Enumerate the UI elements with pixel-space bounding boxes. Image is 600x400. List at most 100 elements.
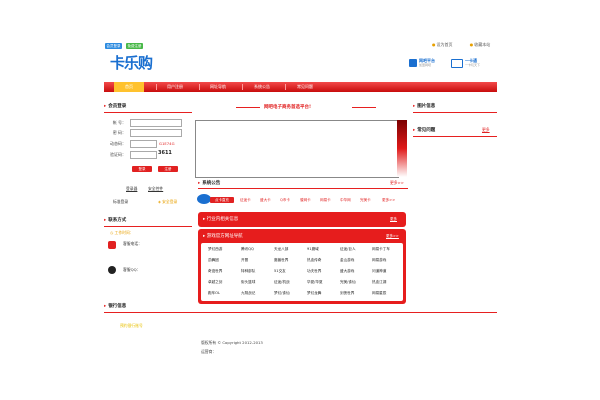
game-link[interactable]: 热血江湖: [372, 280, 386, 285]
qq-icon: [108, 266, 116, 274]
card-tab-junwang[interactable]: 骏网卡: [300, 198, 311, 203]
system-notice-more[interactable]: 更多>>: [390, 180, 404, 186]
system-notice-title: ▸ 系统公告: [198, 181, 221, 186]
game-link[interactable]: 梦幻龙舞: [307, 291, 321, 296]
account-label: 帐 号：: [112, 120, 126, 125]
arrow-icon: ▸: [203, 217, 206, 222]
service-phone: 客服电话：: [123, 241, 142, 246]
game-link[interactable]: 卓越之剑: [208, 280, 222, 285]
game-link[interactable]: 劲舞团: [208, 258, 219, 263]
work-hours: ◷ 工作时间：: [110, 230, 134, 235]
faq-more[interactable]: 更多: [482, 127, 490, 133]
bookmark-link[interactable]: ●收藏本站: [470, 42, 499, 47]
nav-site-guide[interactable]: 网址导航: [203, 82, 233, 92]
search-icon: [197, 194, 211, 204]
copyright: 版权所有 © Copyright 2012-2013: [201, 340, 263, 345]
standard-login-link[interactable]: 标准登录: [113, 199, 128, 205]
bank-account-link[interactable]: 预约银行账号: [120, 323, 143, 329]
industry-title: ▸ 行业内相关信息: [203, 217, 239, 222]
game-nav-title: ▸ 游戏官方网址导航: [203, 234, 243, 239]
logo-text: 卡乐购: [110, 54, 153, 72]
game-link[interactable]: 网易游戏: [372, 258, 386, 263]
dynamic-code-value: G1E74G: [159, 141, 175, 146]
register-top-button[interactable]: 免费注册: [126, 43, 143, 49]
site-logo[interactable]: 卡乐购: [110, 52, 153, 73]
game-link[interactable]: 征途/巨人: [340, 247, 356, 252]
card-tab-china[interactable]: 中华网: [340, 198, 351, 203]
contact-title: ▸ 联系方式: [104, 218, 127, 223]
banner-slogan: 网吧电子商务首选平台!: [264, 105, 312, 110]
phone-icon: [108, 241, 116, 249]
game-link[interactable]: 天龙八部: [274, 247, 288, 252]
nav-faq[interactable]: 常见问题: [290, 82, 320, 92]
game-link[interactable]: 完美/诛仙: [340, 280, 356, 285]
set-homepage-link[interactable]: ●设为首页: [432, 42, 461, 47]
login-client-link[interactable]: 登录器: [126, 186, 137, 192]
top-links: ●设为首页 ●收藏本站: [432, 42, 506, 48]
card-tab-qcoin[interactable]: Q币卡: [280, 198, 290, 203]
arrow-icon: ▸: [203, 234, 206, 239]
game-link[interactable]: 跑车OL: [208, 291, 220, 296]
game-nav-more[interactable]: 更多>>: [386, 234, 399, 239]
main-nav: 首页 用户注册 网址导航 系统公告 常见问题: [104, 82, 497, 92]
password-input[interactable]: [130, 129, 182, 137]
captcha-label: 验证码：: [110, 152, 126, 157]
card-tab-more[interactable]: 更多>>: [382, 198, 395, 203]
nav-announcements[interactable]: 系统公告: [247, 82, 277, 92]
netcafe-platform-promo[interactable]: 网吧平台 加盟网吧: [419, 58, 435, 68]
picture-info-title: ▸ 图片信息: [413, 104, 436, 109]
game-link[interactable]: 腾讯QQ: [241, 247, 254, 252]
netcafe-icon: [409, 59, 417, 67]
game-link[interactable]: 征途/机战: [274, 280, 290, 285]
game-link[interactable]: 剑侠世界: [340, 291, 354, 296]
faq-title: ▸ 常见问题: [413, 128, 436, 133]
clock-icon: ◷: [110, 230, 114, 235]
industry-more[interactable]: 更多: [390, 217, 397, 222]
one-card-promo[interactable]: 一卡通 一卡玩天下: [465, 58, 480, 68]
dynamic-code-label: 动态码：: [110, 141, 126, 146]
member-login-top-button[interactable]: 会员登录: [105, 43, 122, 49]
game-link[interactable]: 梦幻西游: [208, 247, 222, 252]
game-link[interactable]: 奇迹世界: [208, 269, 222, 274]
captcha-image[interactable]: 3611: [158, 150, 172, 156]
card-recharge-badge: 点卡直充: [210, 197, 234, 203]
game-link[interactable]: 魔兽世界: [274, 258, 288, 263]
register-button[interactable]: 注册: [158, 166, 178, 172]
safe-login-link[interactable]: ◈ 安全登录: [158, 199, 177, 205]
game-link[interactable]: 网易卡丁车: [372, 247, 390, 252]
game-link[interactable]: 金山游戏: [340, 258, 354, 263]
card-icon: [451, 59, 463, 68]
card-tab-zhengtu[interactable]: 征途卡: [240, 198, 251, 203]
nav-register[interactable]: 用户注册: [160, 82, 190, 92]
game-link[interactable]: 问道神道: [372, 269, 386, 274]
card-tab-shanda[interactable]: 盛大卡: [260, 198, 271, 203]
password-label: 密 码：: [112, 130, 126, 135]
game-link[interactable]: 华夏/华夏: [307, 280, 323, 285]
game-link[interactable]: 特种部队: [241, 269, 255, 274]
service-qq: 客服QQ：: [123, 267, 141, 272]
card-tab-wanmei[interactable]: 完美卡: [360, 198, 371, 203]
game-links-grid: 梦幻西游 腾讯QQ 天龙八部 91魔域 征途/巨人 网易卡丁车 劲舞团 开冒 魔…: [201, 243, 403, 301]
nav-home[interactable]: 首页: [114, 82, 144, 92]
game-link[interactable]: 网易星辰: [372, 291, 386, 296]
game-link[interactable]: 盛大游戏: [340, 269, 354, 274]
game-link[interactable]: 51交友: [274, 269, 286, 274]
bank-info-title: ▸ 银行信息: [104, 304, 127, 309]
dynamic-code-input[interactable]: [130, 140, 157, 148]
game-link[interactable]: 开冒: [241, 258, 248, 263]
security-control-link[interactable]: 安全控件: [148, 186, 163, 192]
captcha-input[interactable]: [130, 151, 157, 159]
card-tab-netease[interactable]: 网易卡: [320, 198, 331, 203]
member-login-title: ▸ 会员登录: [104, 104, 127, 109]
game-link[interactable]: 街头篮球: [241, 280, 255, 285]
login-button[interactable]: 登录: [132, 166, 152, 172]
game-link[interactable]: 功夫世界: [307, 269, 321, 274]
game-link[interactable]: 九阴战记: [241, 291, 255, 296]
notice-scroll-box: [195, 120, 399, 178]
scrollbar[interactable]: [397, 120, 407, 177]
game-link[interactable]: 91魔域: [307, 247, 319, 252]
game-link[interactable]: 梦幻/诛仙: [274, 291, 290, 296]
account-input[interactable]: [130, 119, 182, 127]
operator: 运营商：: [201, 349, 217, 354]
game-link[interactable]: 热血传奇: [307, 258, 321, 263]
